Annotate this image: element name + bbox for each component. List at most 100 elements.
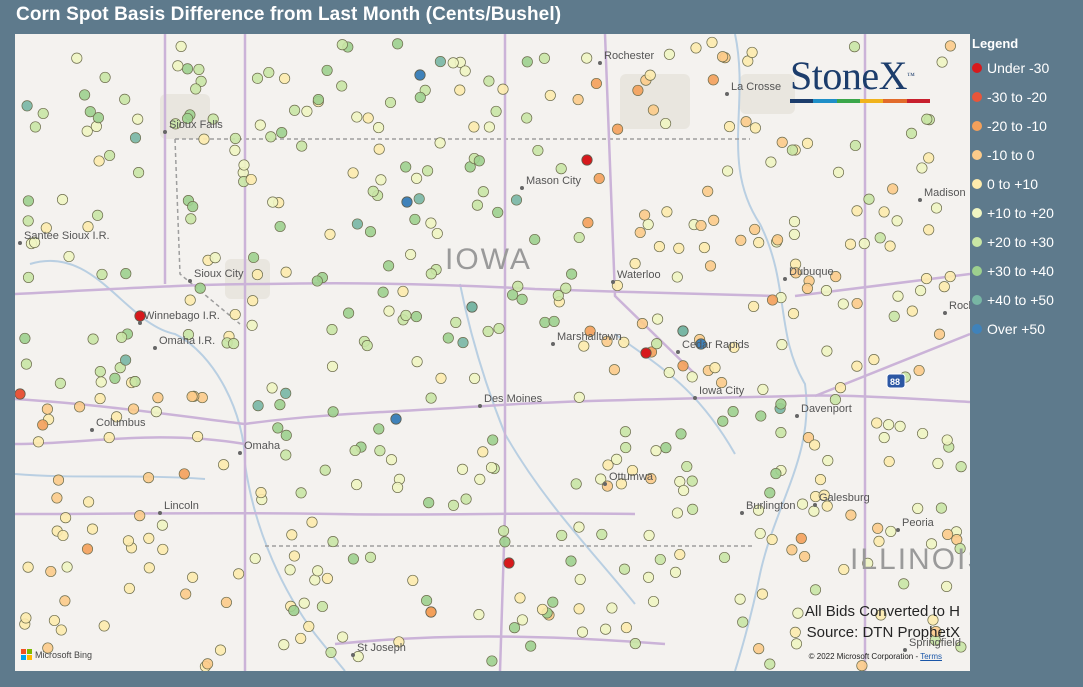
bid-point (661, 206, 673, 218)
bid-point (735, 234, 747, 246)
bid-point (477, 446, 489, 458)
bid-point (938, 281, 950, 293)
bid-point (808, 505, 820, 517)
bid-point (400, 161, 412, 173)
bid-point (749, 223, 761, 235)
bid-point (407, 574, 419, 586)
bid-point (709, 362, 721, 374)
map-canvas[interactable]: IOWA ILLINOIS Rochester La Crosse Sioux Fall… (15, 34, 970, 671)
bid-point (133, 167, 145, 179)
interstate-88-shield-icon: 88 (886, 373, 906, 389)
city-marker (783, 277, 787, 281)
bid-point (888, 310, 900, 322)
bid-point (618, 563, 631, 575)
bid-point (933, 328, 946, 340)
bid-point (326, 324, 338, 336)
city-marker (896, 528, 900, 532)
bid-point (471, 199, 483, 211)
bid-point (390, 413, 402, 425)
legend-swatch (972, 62, 982, 73)
bid-point (516, 293, 528, 305)
legend-swatch (972, 178, 982, 189)
bid-point (490, 105, 502, 117)
city-label: Omaha I.R. (159, 335, 215, 347)
bid-point (413, 193, 425, 205)
bid-point (459, 65, 471, 77)
bid-point (362, 112, 374, 124)
bid-point (457, 337, 469, 349)
bid-point (301, 105, 313, 117)
bid-point (321, 572, 333, 584)
bid-point (498, 525, 510, 537)
bid-point (749, 122, 761, 134)
bid-point (61, 561, 73, 573)
bid-point (874, 232, 886, 244)
bid-point (809, 439, 821, 451)
bid-point (629, 638, 641, 650)
bid-point (544, 89, 556, 101)
bid-point (722, 165, 734, 177)
bid-point (678, 484, 690, 497)
bid-point (193, 63, 205, 75)
bid-point (98, 620, 110, 632)
bid-point (129, 132, 142, 144)
bid-point (120, 268, 132, 280)
bid-point (757, 383, 769, 395)
bid-point (789, 626, 801, 638)
bid-point (698, 242, 710, 254)
bid-point (86, 523, 99, 535)
bid-point (364, 551, 377, 563)
bid-point (706, 36, 718, 48)
bid-point (214, 644, 227, 656)
legend-item: -20 to -10 (972, 111, 1082, 140)
city-label: Peoria (902, 517, 935, 529)
bid-point (22, 561, 34, 573)
bid-point (127, 403, 140, 415)
bid-point (229, 308, 241, 321)
bid-point (930, 202, 943, 214)
bid-point (643, 529, 655, 541)
urban-area (740, 74, 795, 114)
source-line-1: All Bids Converted to H (804, 603, 960, 620)
bid-point (612, 123, 624, 135)
bid-point (383, 305, 395, 317)
bid-point (57, 529, 69, 542)
bid-point (198, 133, 210, 145)
city-marker (138, 321, 142, 325)
terms-link[interactable]: Terms (920, 652, 942, 661)
bid-point (143, 562, 155, 574)
bid-point (775, 427, 787, 439)
bid-point (55, 624, 67, 636)
bid-point (434, 56, 446, 68)
bid-point (838, 563, 850, 576)
bid-point (95, 376, 107, 388)
bid-point (770, 468, 782, 480)
bid-point (677, 325, 689, 337)
legend-label: -30 to -20 (987, 88, 1047, 105)
bid-point (581, 154, 593, 166)
bid-point (492, 206, 504, 218)
bid-point (54, 377, 66, 389)
bid-point (229, 144, 241, 156)
bid-point (740, 116, 752, 128)
bid-point (858, 238, 870, 250)
legend-item: Over +50 (972, 314, 1082, 343)
bid-point (547, 596, 559, 608)
bid-point (717, 415, 729, 427)
bid-point (122, 535, 134, 547)
legend-item: +30 to +40 (972, 256, 1082, 285)
bid-point (582, 217, 594, 229)
bid-point (821, 345, 833, 357)
city-label: Rockford (949, 300, 970, 312)
bid-point (181, 63, 194, 75)
basis-map[interactable]: IOWA ILLINOIS Rochester La Crosse Sioux Fall… (15, 34, 970, 671)
bid-point (913, 364, 925, 377)
bid-point (606, 602, 618, 614)
bid-point (834, 382, 847, 394)
bid-point (764, 487, 776, 499)
bid-point (651, 338, 663, 350)
bid-point (79, 89, 91, 101)
bid-point (556, 529, 568, 541)
bid-point (503, 557, 515, 569)
bid-point (677, 360, 689, 372)
